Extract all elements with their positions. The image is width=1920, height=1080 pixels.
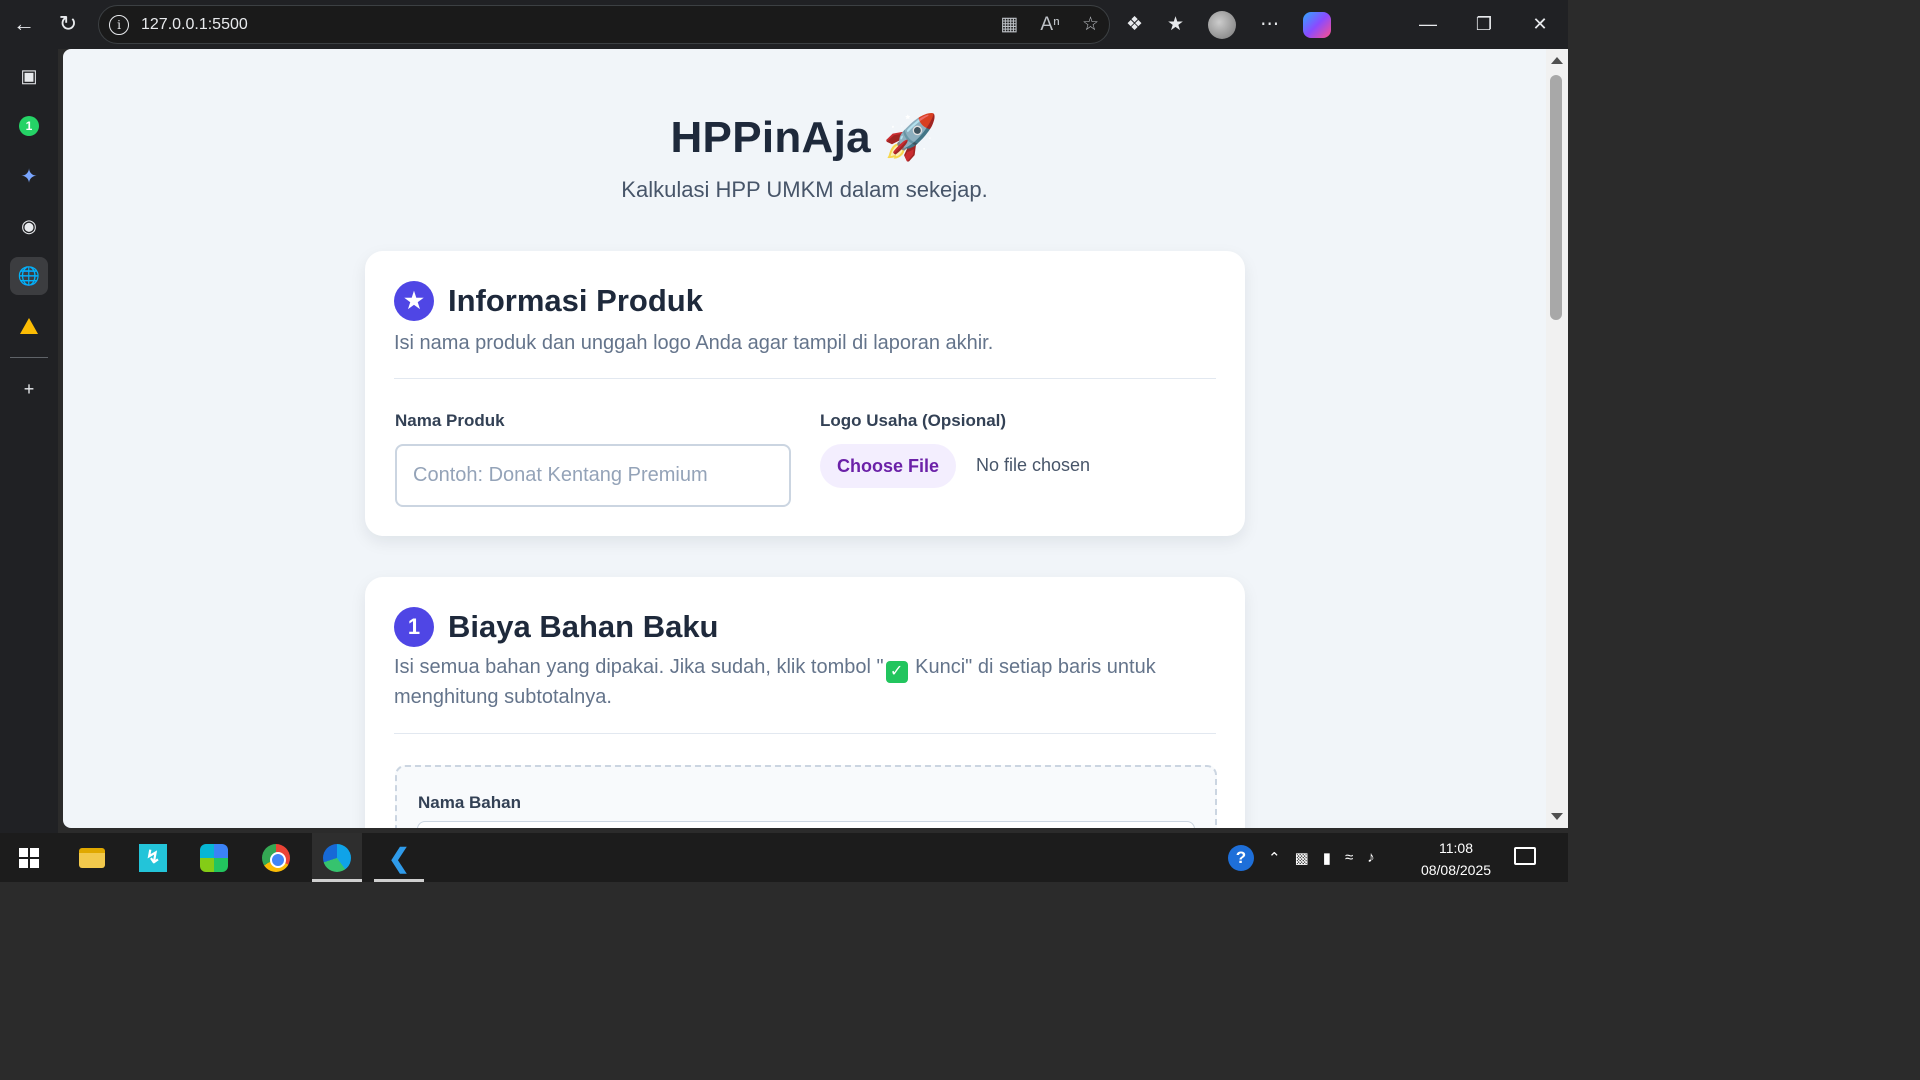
- volume-icon[interactable]: ♪: [1367, 849, 1375, 866]
- notification-icon[interactable]: [1514, 847, 1536, 865]
- file-explorer-icon[interactable]: [67, 833, 117, 882]
- choose-file-button[interactable]: Choose File: [820, 444, 956, 488]
- gemini-icon[interactable]: ✦: [10, 157, 48, 195]
- tab-actions-icon[interactable]: ▣: [10, 57, 48, 95]
- scrollbar-thumb[interactable]: [1550, 75, 1562, 320]
- favorites-icon[interactable]: ★: [1167, 13, 1184, 36]
- product-card-title: Informasi Produk: [448, 283, 703, 318]
- date-text: 08/08/2025: [1420, 862, 1492, 878]
- time-text: 11:08: [1439, 840, 1473, 856]
- chrome-icon[interactable]: [251, 833, 301, 882]
- material-row: Nama Bahan: [395, 765, 1217, 828]
- scroll-down-icon[interactable]: [1551, 813, 1563, 820]
- read-aloud-icon[interactable]: Aⁿ: [1040, 14, 1060, 36]
- scroll-up-icon[interactable]: [1551, 57, 1563, 64]
- raw-materials-card: 1 Biaya Bahan Baku Isi semua bahan yang …: [365, 577, 1245, 828]
- help-icon[interactable]: ?: [1228, 844, 1254, 871]
- restore-icon[interactable]: ❐: [1456, 0, 1512, 49]
- product-info-card: ★ Informasi Produk Isi nama produk dan u…: [365, 251, 1245, 536]
- no-file-text: No file chosen: [976, 455, 1091, 475]
- description-text: Isi semua bahan yang dipakai. Jika sudah…: [394, 656, 884, 678]
- wifi-icon[interactable]: ≈: [1345, 849, 1353, 866]
- windows-taskbar: ↯ ❮ ? ⌃ ▩ ▮ ≈ ♪ 11:08 08/08/2025: [0, 833, 1568, 882]
- materials-card-title: Biaya Bahan Baku: [448, 609, 719, 644]
- logo-label: Logo Usaha (Opsional): [820, 411, 1007, 430]
- materials-card-description: Isi semua bahan yang dipakai. Jika sudah…: [394, 653, 1216, 712]
- product-name-input[interactable]: Contoh: Donat Kentang Premium: [395, 444, 791, 507]
- star-icon: ★: [394, 281, 434, 321]
- page-viewport: HPPinAja 🚀 Kalkulasi HPP UMKM dalam seke…: [63, 49, 1546, 828]
- whatsapp-icon[interactable]: 1: [10, 107, 48, 145]
- material-name-label: Nama Bahan: [418, 793, 521, 812]
- product-card-description: Isi nama produk dan unggah logo Anda aga…: [394, 332, 994, 354]
- hero: HPPinAja 🚀 Kalkulasi HPP UMKM dalam seke…: [63, 111, 1546, 203]
- step-number-badge: 1: [394, 607, 434, 647]
- divider: [394, 733, 1216, 734]
- material-name-input[interactable]: [417, 821, 1195, 828]
- sidebar-divider: [10, 357, 48, 358]
- favorite-star-icon[interactable]: ☆: [1082, 13, 1099, 36]
- page-title: HPPinAja 🚀: [670, 113, 939, 162]
- google-drive-icon[interactable]: [10, 307, 48, 345]
- check-mark-icon: ✓: [885, 661, 908, 683]
- pinwheel-app-icon[interactable]: [189, 833, 239, 882]
- system-tray: ? ⌃ ▩ ▮ ≈ ♪: [1228, 833, 1375, 882]
- battery-icon[interactable]: ▮: [1323, 849, 1331, 867]
- address-bar[interactable]: i 127.0.0.1:5500 ▦ Aⁿ ☆: [98, 5, 1110, 44]
- copilot-icon[interactable]: [1303, 11, 1332, 38]
- add-icon[interactable]: +: [10, 370, 48, 408]
- github-icon[interactable]: ◉: [10, 207, 48, 245]
- page-scrollbar[interactable]: [1546, 49, 1568, 828]
- page-subtitle: Kalkulasi HPP UMKM dalam sekejap.: [621, 177, 988, 202]
- more-options-icon[interactable]: ⋯: [1260, 13, 1279, 36]
- browser-sidebar: ▣ 1 ✦ ◉ 🌐 +: [0, 49, 58, 833]
- site-info-icon[interactable]: i: [109, 14, 129, 35]
- clock[interactable]: 11:08 08/08/2025: [1404, 837, 1508, 881]
- start-button[interactable]: [4, 833, 54, 882]
- refresh-icon[interactable]: ↻: [48, 4, 88, 44]
- product-name-label: Nama Produk: [395, 411, 505, 430]
- app-available-icon[interactable]: ▦: [1000, 13, 1018, 36]
- browser-globe-icon[interactable]: 🌐: [10, 257, 48, 295]
- display-icon[interactable]: ▩: [1295, 849, 1309, 867]
- close-icon[interactable]: ✕: [1512, 0, 1568, 49]
- divider: [394, 378, 1216, 379]
- back-icon[interactable]: ←: [4, 4, 44, 44]
- browser-toolbar: ← ↻ i 127.0.0.1:5500 ▦ Aⁿ ☆ ❖ ★ ⋯ — ❐ ✕: [0, 0, 1568, 49]
- url-text[interactable]: 127.0.0.1:5500: [141, 16, 248, 34]
- edge-icon[interactable]: [312, 833, 362, 882]
- profile-avatar[interactable]: [1208, 10, 1237, 39]
- minimize-icon[interactable]: —: [1400, 0, 1456, 49]
- windows-logo-icon: [19, 847, 39, 868]
- extensions-icon[interactable]: ❖: [1126, 13, 1143, 36]
- vscode-icon[interactable]: ❮: [374, 833, 424, 882]
- chevron-up-icon[interactable]: ⌃: [1268, 849, 1281, 867]
- bolt-app-icon[interactable]: ↯: [128, 833, 178, 882]
